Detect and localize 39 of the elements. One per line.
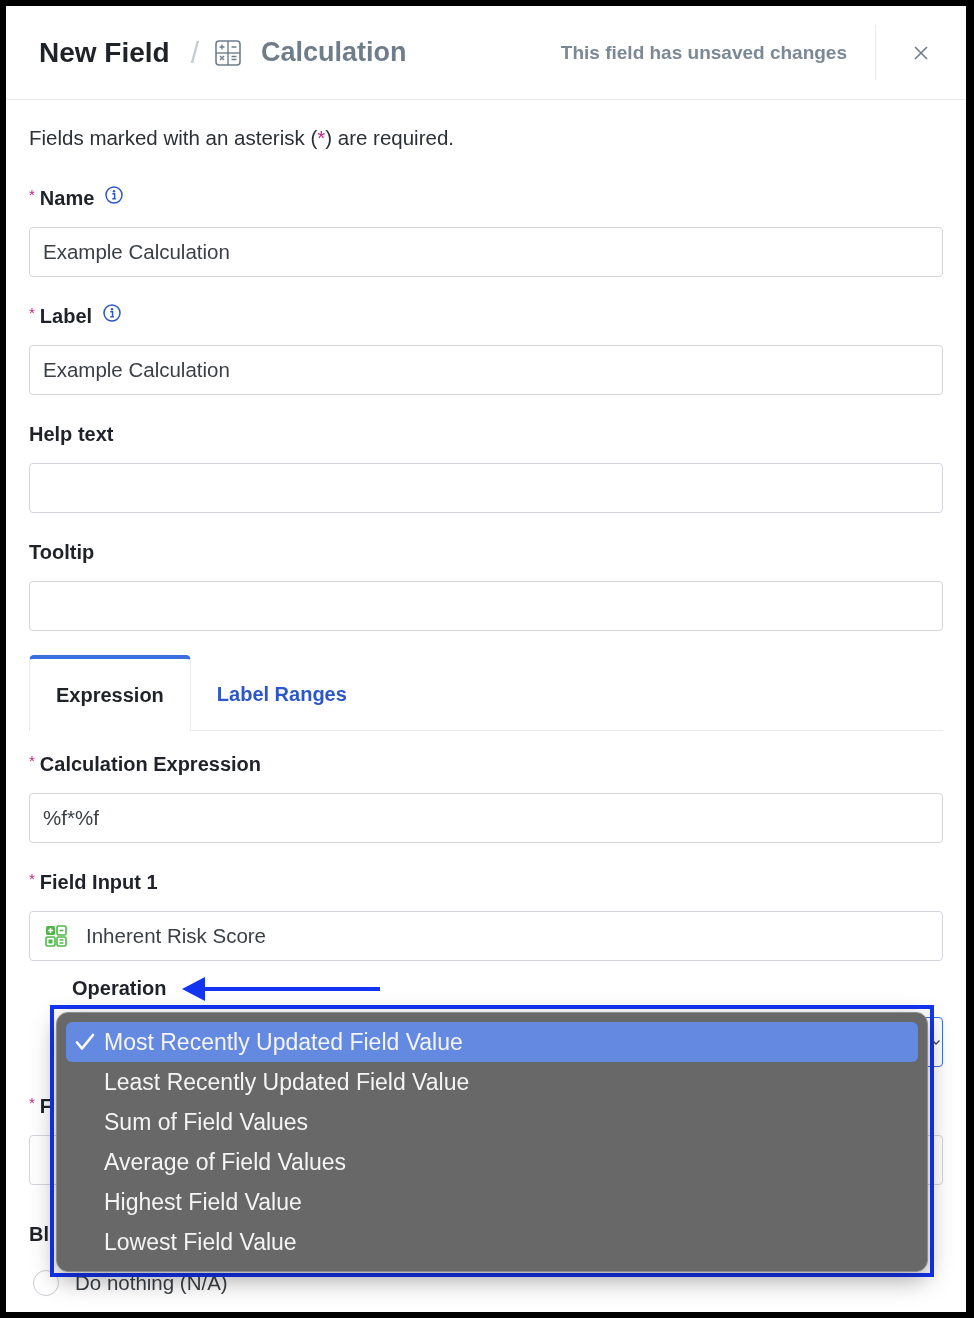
field-label: Bl: [29, 1222, 49, 1246]
menu-option[interactable]: Average of Field Values: [66, 1142, 918, 1182]
tab[interactable]: Label Ranges: [190, 655, 373, 730]
text-input[interactable]: Example Calculation: [29, 345, 943, 395]
field-label: Field Input 1: [39, 870, 158, 894]
breadcrumb-separator: /: [190, 35, 200, 70]
menu-option[interactable]: Highest Field Value: [66, 1182, 918, 1222]
text-input[interactable]: Example Calculation: [29, 227, 943, 277]
field-label: Help text: [29, 422, 114, 446]
unsaved-changes-notice: This field has unsaved changes: [560, 41, 847, 64]
dialog-title: New Field: [39, 36, 170, 69]
required-mark: *: [29, 187, 35, 202]
field-label: Operation: [72, 976, 167, 1000]
radio-button[interactable]: [33, 1270, 59, 1296]
required-mark: *: [29, 1095, 35, 1110]
required-fields-note: Fields marked with an asterisk (*) are required.: [29, 126, 455, 150]
required-mark: *: [29, 871, 35, 886]
menu-option[interactable]: Least Recently Updated Field Value: [66, 1062, 918, 1102]
text-input[interactable]: [29, 463, 943, 513]
calculator-icon: [215, 39, 242, 66]
field-label: Tooltip: [29, 540, 95, 564]
info-icon[interactable]: [105, 186, 124, 204]
menu-option[interactable]: Sum of Field Values: [66, 1102, 918, 1142]
field-picker[interactable]: Inherent Risk Score: [29, 911, 943, 961]
menu-option[interactable]: Lowest Field Value: [66, 1222, 918, 1262]
field-label: Label: [39, 304, 93, 328]
tab[interactable]: Expression: [29, 655, 191, 731]
field-type-title: Calculation: [261, 37, 407, 68]
required-mark: *: [29, 753, 35, 768]
checkmark-icon: [75, 1033, 95, 1051]
field-label: Name: [39, 186, 95, 210]
close-icon[interactable]: [914, 45, 928, 60]
text-input[interactable]: %f*%f: [29, 793, 943, 843]
calculator-icon: [45, 925, 67, 947]
required-mark: *: [29, 305, 35, 320]
field-label: Calculation Expression: [39, 752, 261, 776]
text-input[interactable]: [29, 581, 943, 631]
info-icon[interactable]: [103, 304, 122, 322]
chevron-down-icon[interactable]: [932, 1039, 940, 1045]
